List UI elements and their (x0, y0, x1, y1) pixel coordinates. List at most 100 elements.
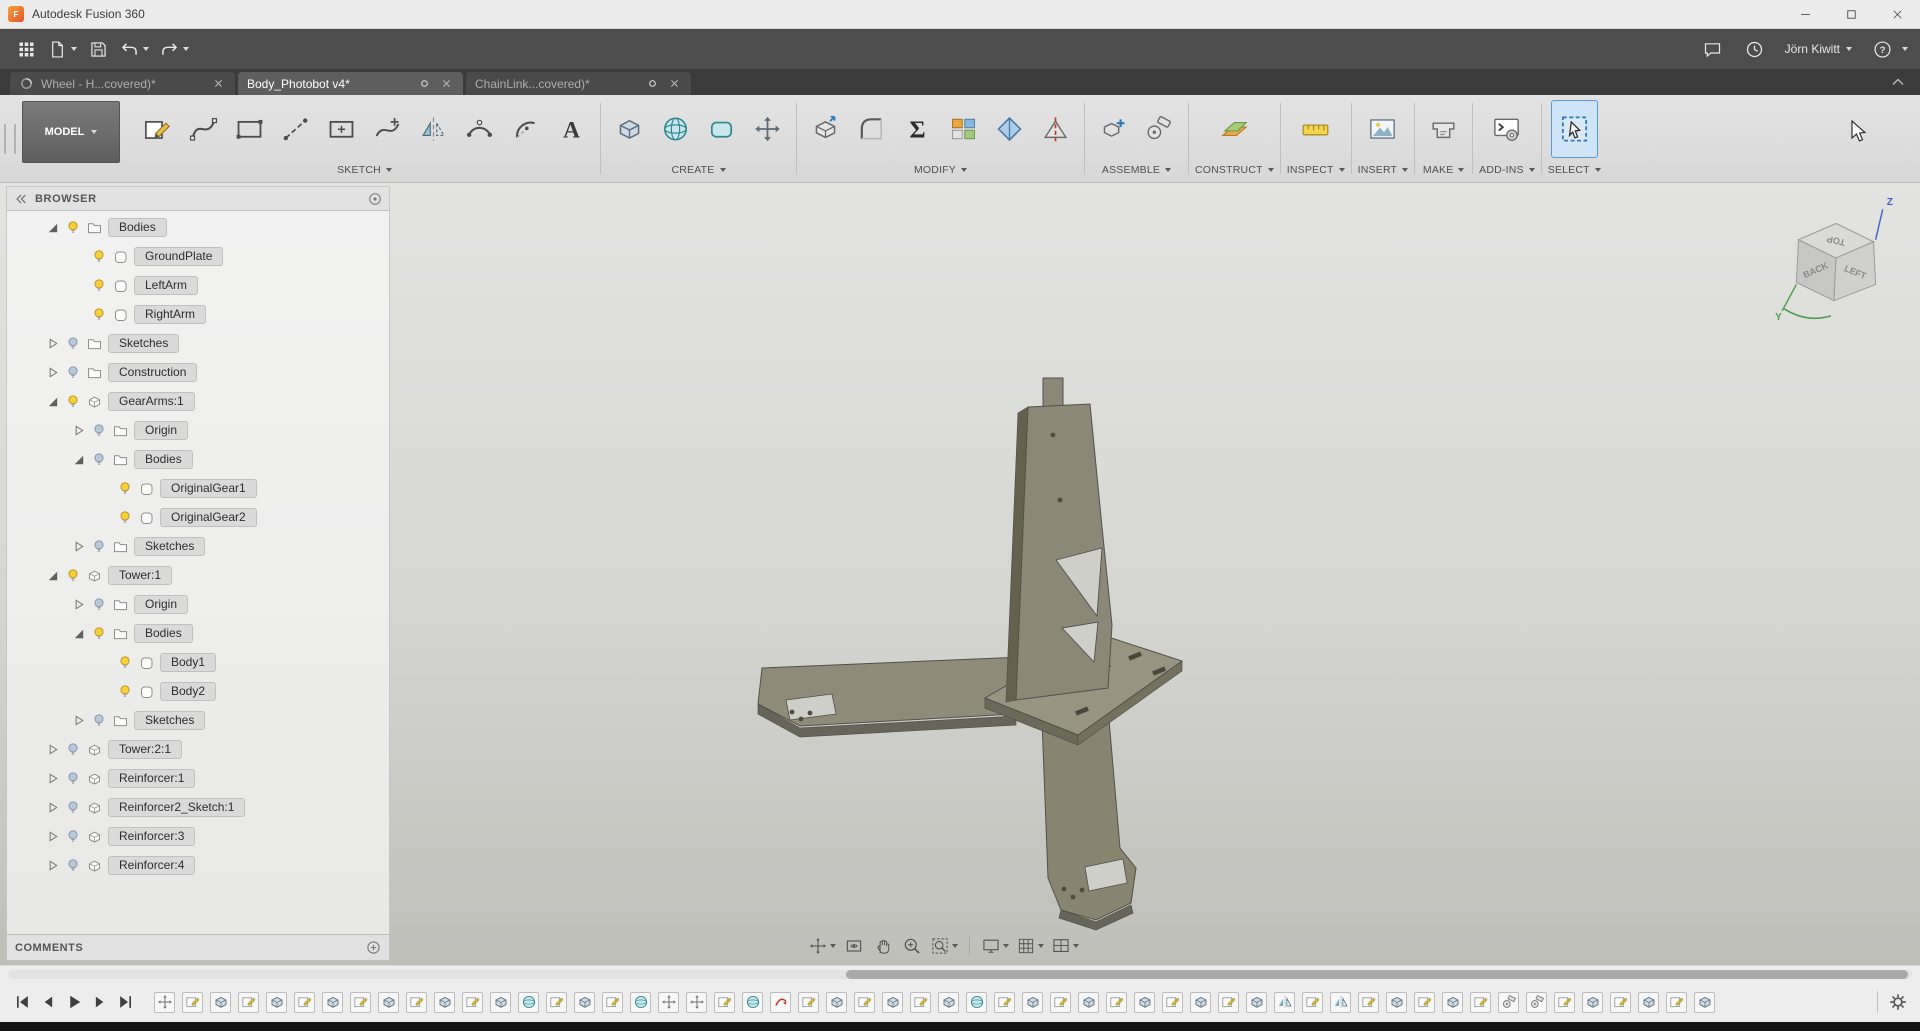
timeline-feature-form[interactable] (630, 991, 651, 1013)
browser-item-label[interactable]: OriginalGear1 (160, 478, 257, 499)
timeline-feature-extrude[interactable] (826, 991, 847, 1013)
ribbon-group-label[interactable]: SKETCH (135, 160, 594, 180)
browser-item-label[interactable]: Bodies (134, 623, 193, 644)
timeline-feature-move[interactable] (658, 991, 679, 1013)
expander-icon[interactable] (45, 365, 60, 380)
browser-item[interactable]: Sketches (7, 532, 389, 561)
visibility-bulb-icon[interactable] (91, 306, 107, 323)
arc-center-button[interactable] (503, 101, 548, 157)
spline-button[interactable] (181, 101, 226, 157)
browser-item-label[interactable]: Reinforcer:1 (108, 768, 196, 789)
timeline-feature-mirror[interactable] (1274, 991, 1295, 1013)
construction-line-button[interactable] (273, 101, 318, 157)
browser-item-label[interactable]: Body2 (160, 681, 217, 702)
visibility-bulb-icon[interactable] (65, 335, 81, 352)
save-button[interactable] (84, 35, 112, 63)
expander-icon[interactable] (45, 800, 60, 815)
visibility-bulb-icon[interactable] (65, 770, 81, 787)
timeline-feature-extrude[interactable] (1386, 991, 1407, 1013)
ribbon-group-label[interactable]: CREATE (607, 160, 790, 180)
browser-item-label[interactable]: Bodies (108, 217, 167, 238)
ribbon-group-label[interactable]: MAKE (1421, 160, 1466, 180)
timeline-feature-sketch[interactable] (714, 991, 735, 1013)
comment-button[interactable] (1699, 35, 1727, 63)
browser-item-label[interactable]: GroundPlate (134, 246, 224, 267)
step-forward-button[interactable] (88, 990, 112, 1014)
sphere-button[interactable] (653, 101, 698, 157)
timeline-feature-sketch[interactable] (1218, 991, 1239, 1013)
visibility-bulb-icon[interactable] (91, 248, 107, 265)
browser-item[interactable]: Bodies (7, 619, 389, 648)
workspace-selector-button[interactable]: MODEL (22, 101, 120, 163)
collapse-browser-button[interactable] (14, 192, 28, 206)
close-icon[interactable] (439, 76, 454, 91)
expander-icon[interactable] (71, 539, 86, 554)
browser-item-label[interactable]: Body1 (160, 652, 217, 673)
document-tab[interactable]: Wheel - H...covered)* (10, 72, 235, 95)
visibility-bulb-icon[interactable] (65, 364, 81, 381)
browser-item-label[interactable]: Sketches (134, 536, 206, 557)
visibility-bulb-icon[interactable] (91, 422, 107, 439)
browser-item[interactable]: Sketches (7, 706, 389, 735)
browser-item-label[interactable]: OriginalGear2 (160, 507, 257, 528)
browser-item[interactable]: RightArm (7, 300, 389, 329)
timeline-feature-sketch[interactable] (350, 991, 371, 1013)
document-tab[interactable]: ChainLink...covered)* (466, 72, 691, 95)
close-button[interactable] (1874, 0, 1920, 28)
measure-button[interactable] (1293, 101, 1338, 157)
browser-item-label[interactable]: Tower:2:1 (108, 739, 183, 760)
press-pull-button[interactable] (803, 101, 848, 157)
ribbon-group-label[interactable]: MODIFY (803, 160, 1078, 180)
timeline-feature-extrude[interactable] (1694, 991, 1715, 1013)
timeline-feature-sketch[interactable] (798, 991, 819, 1013)
timeline-feature-extrude[interactable] (1022, 991, 1043, 1013)
apps-grid-button[interactable] (12, 35, 40, 63)
look-at-button[interactable] (841, 933, 867, 959)
visibility-bulb-icon[interactable] (65, 219, 81, 236)
model-tower[interactable] (1005, 377, 1113, 703)
scripts-addins-button[interactable] (1484, 101, 1529, 157)
expander-icon[interactable] (71, 597, 86, 612)
visibility-bulb-icon[interactable] (117, 509, 133, 526)
form-button[interactable] (745, 101, 790, 157)
timeline-feature-sketch[interactable] (854, 991, 875, 1013)
expander-icon[interactable] (45, 771, 60, 786)
timeline-feature-move[interactable] (686, 991, 707, 1013)
visibility-bulb-icon[interactable] (117, 480, 133, 497)
timeline-feature-sketch[interactable] (462, 991, 483, 1013)
appearance-button[interactable] (941, 101, 986, 157)
ribbon-group-label[interactable]: CONSTRUCT (1195, 160, 1274, 180)
timeline-feature-extrude[interactable] (1134, 991, 1155, 1013)
browser-item[interactable]: GroundPlate (7, 242, 389, 271)
timeline-feature-extrude[interactable] (882, 991, 903, 1013)
add-comment-button[interactable] (366, 940, 381, 955)
close-icon[interactable] (211, 76, 226, 91)
comments-bar[interactable]: COMMENTS (7, 934, 389, 960)
browser-item[interactable]: Tower:2:1 (7, 735, 389, 764)
timeline-feature-sketch[interactable] (238, 991, 259, 1013)
expander-icon[interactable] (45, 336, 60, 351)
model-right-arm[interactable] (1041, 707, 1137, 931)
expander-icon[interactable] (45, 742, 60, 757)
browser-item[interactable]: Reinforcer:1 (7, 764, 389, 793)
visibility-bulb-icon[interactable] (65, 799, 81, 816)
step-back-button[interactable] (36, 990, 60, 1014)
browser-item-label[interactable]: Sketches (108, 333, 180, 354)
grid-settings-button[interactable] (1014, 933, 1046, 959)
section-analysis-button[interactable] (987, 101, 1032, 157)
timeline-feature-sketch[interactable] (294, 991, 315, 1013)
ribbon-group-label[interactable]: INSERT (1358, 160, 1409, 180)
browser-item[interactable]: Origin (7, 590, 389, 619)
timeline-feature-sketch[interactable] (1302, 991, 1323, 1013)
create-sketch-button[interactable] (135, 101, 180, 157)
browser-item[interactable]: Bodies (7, 445, 389, 474)
timeline-feature-extrude[interactable] (378, 991, 399, 1013)
rectangle-center-button[interactable] (319, 101, 364, 157)
timeline-feature-extrude[interactable] (266, 991, 287, 1013)
timeline-feature-sketch[interactable] (1470, 991, 1491, 1013)
undo-button[interactable] (116, 35, 152, 63)
tab-overflow-button[interactable] (1888, 72, 1908, 92)
browser-item-label[interactable]: LeftArm (134, 275, 199, 296)
timeline-feature-sketch[interactable] (1358, 991, 1379, 1013)
timeline-feature-form[interactable] (966, 991, 987, 1013)
